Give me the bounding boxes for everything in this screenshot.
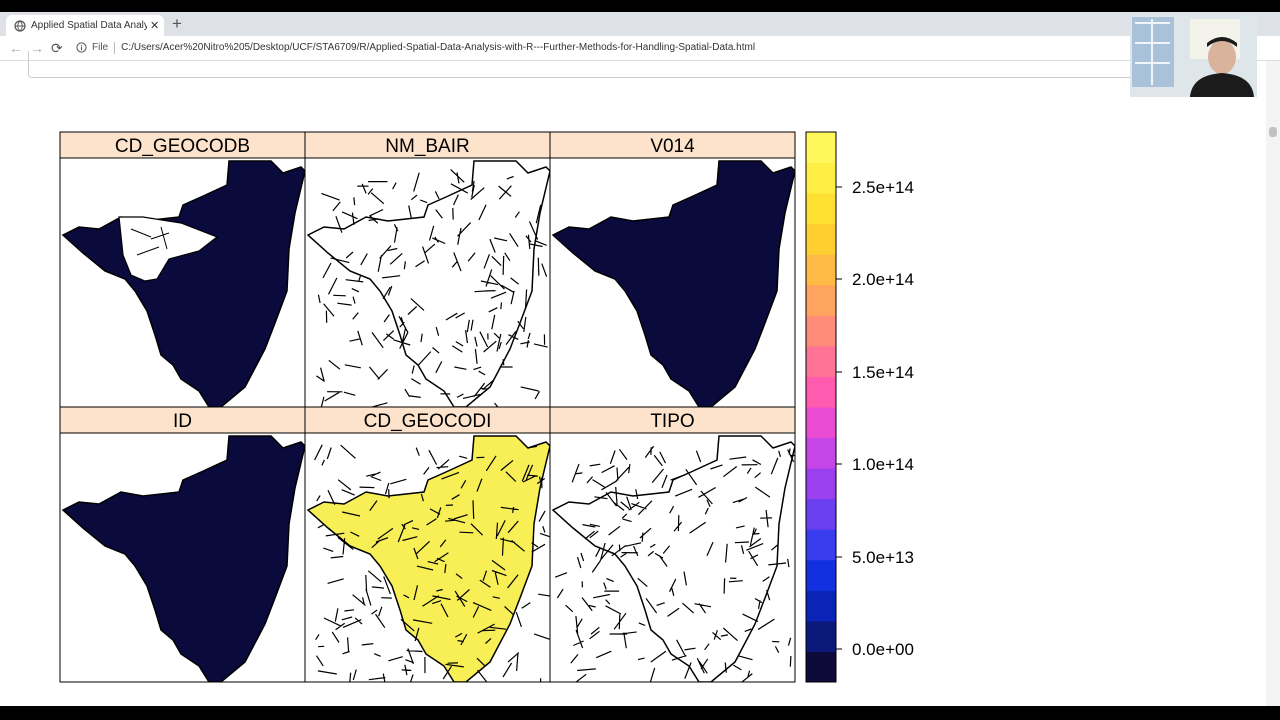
- colorbar-segment: [806, 132, 836, 164]
- colorbar-segment: [806, 193, 836, 225]
- panel-title: NM_BAIR: [385, 136, 469, 157]
- scrollbar-thumb[interactable]: [1269, 127, 1277, 137]
- map-panel: CD_GEOCODI: [304, 406, 551, 683]
- globe-icon: [14, 19, 26, 32]
- close-icon[interactable]: ✕: [150, 19, 159, 32]
- panel-title: ID: [173, 411, 192, 432]
- browser-tab[interactable]: Applied Spatial Data Analysis wit ✕: [6, 15, 164, 36]
- colorbar-segment: [806, 407, 836, 439]
- page-content: CD_GEOCODB NM_BAIR V014 ID CD_GEOCODI TIPO 2.…: [0, 51, 1280, 706]
- panel-title: V014: [650, 136, 695, 157]
- spplot-figure: CD_GEOCODB NM_BAIR V014 ID CD_GEOCODI TIPO 2.…: [59, 131, 914, 683]
- colorbar-segment: [806, 651, 836, 683]
- colorbar-segment: [806, 376, 836, 408]
- panel-title: CD_GEOCODB: [115, 136, 250, 157]
- colorbar-tick-label: 1.5e+14: [852, 363, 914, 382]
- colorbar-segment: [806, 223, 836, 255]
- colorbar-tick-label: 1.0e+14: [852, 455, 914, 474]
- colorbar-segment: [806, 498, 836, 530]
- colorbar-segment: [806, 529, 836, 561]
- colorbar-segment: [806, 162, 836, 194]
- panel-title: TIPO: [650, 411, 694, 432]
- map-panel: V014: [549, 131, 796, 408]
- colorbar-tick-label: 0.0e+00: [852, 640, 914, 659]
- colorbar-segment: [806, 590, 836, 622]
- map-panel: ID: [59, 406, 306, 683]
- panel-title: CD_GEOCODI: [364, 411, 492, 432]
- presenter-image: [1130, 13, 1257, 97]
- colorbar-tick-label: 2.0e+14: [852, 270, 914, 289]
- map-panel: NM_BAIR: [304, 131, 551, 408]
- back-button[interactable]: ←: [9, 40, 23, 56]
- new-tab-button[interactable]: +: [172, 14, 182, 34]
- tab-title: Applied Spatial Data Analysis wit: [31, 20, 147, 31]
- colorbar-segment: [806, 284, 836, 316]
- map-panel: CD_GEOCODB: [59, 131, 306, 408]
- tab-bar: Applied Spatial Data Analysis wit ✕ +: [0, 12, 1280, 36]
- colorbar-segment: [806, 345, 836, 377]
- webcam-overlay: [1130, 13, 1257, 97]
- bottom-bar: [0, 706, 1280, 720]
- colorbar-tick-label: 2.5e+14: [852, 178, 914, 197]
- colorbar-segment: [806, 315, 836, 347]
- colorbar-segment: [806, 254, 836, 286]
- colorbar-segment: [806, 437, 836, 469]
- colorbar-tick-label: 5.0e+13: [852, 548, 914, 567]
- colorbar-segment: [806, 559, 836, 591]
- map-panel: TIPO: [549, 406, 796, 683]
- scrollbar[interactable]: [1266, 61, 1280, 706]
- colorbar-segment: [806, 468, 836, 500]
- colorbar-segment: [806, 620, 836, 652]
